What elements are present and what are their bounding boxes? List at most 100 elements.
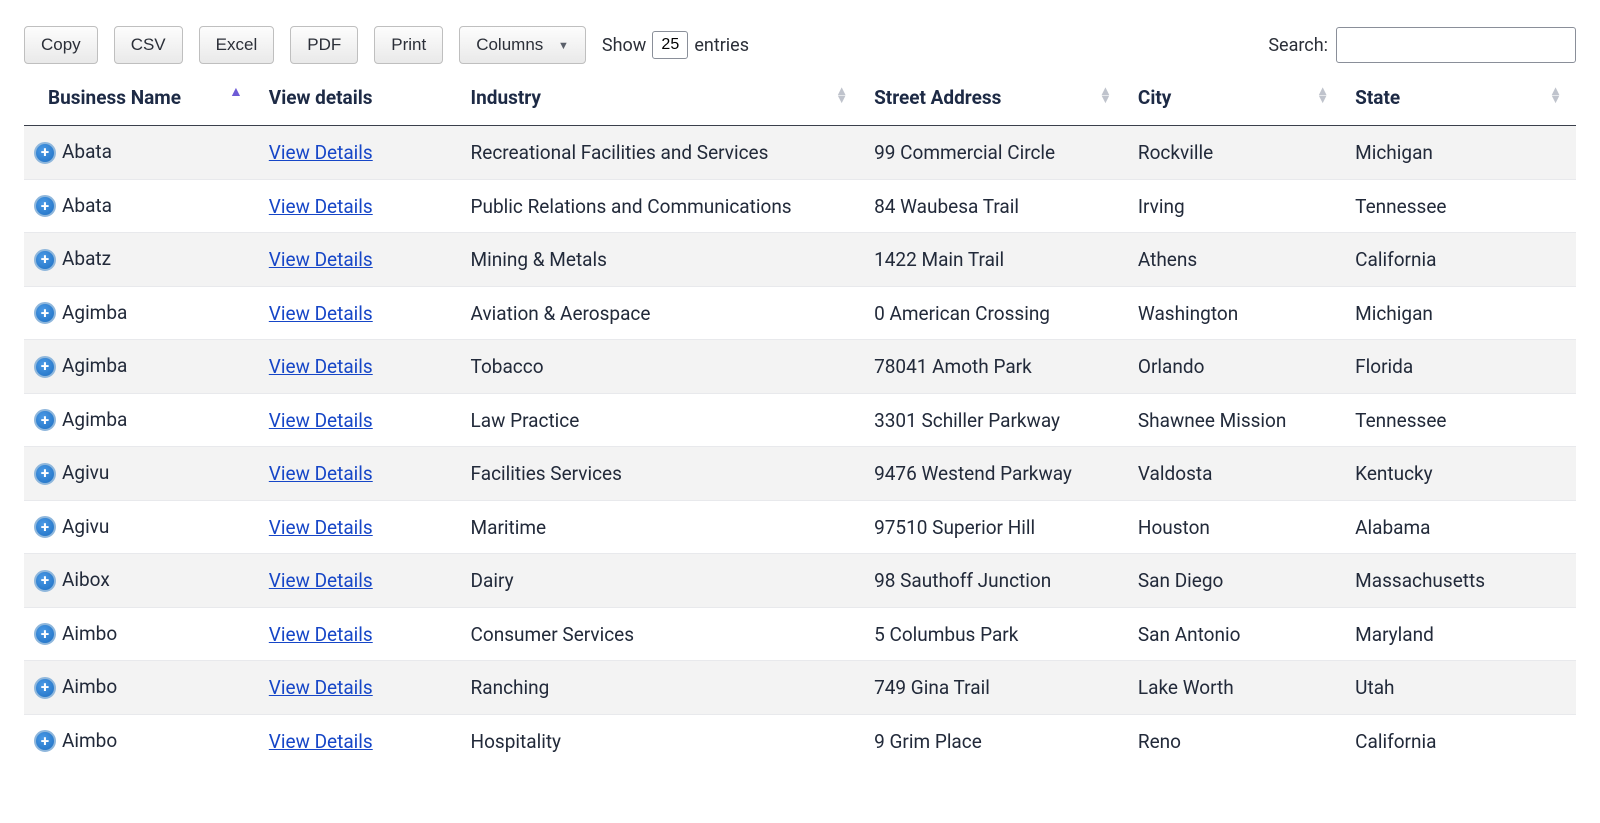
columns-button-label: Columns [476,35,543,54]
col-business-name[interactable]: Business Name ▲ [24,76,257,126]
business-name-text: Aibox [62,568,110,591]
expand-row-icon[interactable]: + [34,570,56,592]
street-address-cell: 0 American Crossing [862,286,1126,340]
state-cell: Tennessee [1343,393,1576,447]
table-row: +AgivuView DetailsFacilities Services947… [24,447,1576,501]
csv-button[interactable]: CSV [114,26,183,64]
street-address-cell: 5 Columbus Park [862,607,1126,661]
business-name-cell: + Abata [24,126,257,180]
view-details-cell: View Details [257,233,459,287]
city-cell: Rockville [1126,126,1343,180]
business-name-cell: +Agimba [24,393,257,447]
view-details-link[interactable]: View Details [269,355,373,378]
business-name-text: Aimbo [62,729,117,752]
print-button[interactable]: Print [374,26,443,64]
city-cell: Lake Worth [1126,661,1343,715]
expand-row-icon[interactable]: + [34,730,56,752]
search-input[interactable] [1336,27,1576,63]
business-name-cell: + Agivu [24,500,257,554]
col-view-details: View details [257,76,459,126]
expand-row-icon[interactable]: + [34,195,56,217]
entries-control: Show entries [602,31,749,59]
state-cell: California [1343,233,1576,287]
street-address-cell: 9 Grim Place [862,714,1126,767]
state-cell: California [1343,714,1576,767]
business-name-text: Aimbo [62,622,117,645]
view-details-link[interactable]: View Details [269,302,373,325]
view-details-link[interactable]: View Details [269,569,373,592]
expand-row-icon[interactable]: + [34,356,56,378]
business-name-text: Agimba [62,354,127,377]
copy-button[interactable]: Copy [24,26,98,64]
view-details-link[interactable]: View Details [269,462,373,485]
state-cell: Michigan [1343,286,1576,340]
expand-row-icon[interactable]: + [34,142,56,164]
view-details-link[interactable]: View Details [269,248,373,271]
expand-row-icon[interactable]: + [34,463,56,485]
col-state[interactable]: State ▲▼ [1343,76,1576,126]
data-table: Business Name ▲ View details Industry ▲▼… [24,76,1576,767]
city-cell: Shawnee Mission [1126,393,1343,447]
view-details-link[interactable]: View Details [269,409,373,432]
expand-row-icon[interactable]: + [34,623,56,645]
view-details-link[interactable]: View Details [269,623,373,646]
search-block: Search: [1268,27,1576,63]
sort-icon: ▲▼ [1549,88,1562,104]
street-address-cell: 9476 Westend Parkway [862,447,1126,501]
columns-button[interactable]: Columns ▼ [459,26,586,64]
view-details-link[interactable]: View Details [269,730,373,753]
view-details-cell: View Details [257,500,459,554]
business-name-text: Agivu [62,515,109,538]
expand-row-icon[interactable]: + [34,516,56,538]
view-details-cell: View Details [257,554,459,608]
industry-cell: Recreational Facilities and Services [459,126,863,180]
view-details-cell: View Details [257,393,459,447]
street-address-cell: 78041 Amoth Park [862,340,1126,394]
entries-input[interactable] [652,31,688,59]
business-name-text: Abata [62,140,112,163]
city-cell: Reno [1126,714,1343,767]
street-address-cell: 84 Waubesa Trail [862,179,1126,233]
sort-icon: ▲▼ [1316,88,1329,104]
industry-cell: Mining & Metals [459,233,863,287]
col-state-label: State [1355,86,1400,109]
view-details-cell: View Details [257,179,459,233]
table-row: + Aimbo View Details Consumer Services5 Col… [24,607,1576,661]
view-details-cell: View Details [257,126,459,180]
business-name-cell: + Aibox [24,554,257,608]
city-cell: Irving [1126,179,1343,233]
col-industry-label: Industry [471,86,541,109]
excel-button[interactable]: Excel [199,26,275,64]
street-address-cell: 1422 Main Trail [862,233,1126,287]
expand-row-icon[interactable]: + [34,249,56,271]
col-city[interactable]: City ▲▼ [1126,76,1343,126]
col-street-address[interactable]: Street Address ▲▼ [862,76,1126,126]
view-details-link[interactable]: View Details [269,141,373,164]
business-name-text: Agimba [62,301,127,324]
industry-cell: Facilities Services [459,447,863,501]
expand-row-icon[interactable]: + [34,302,56,324]
industry-cell: Hospitality [459,714,863,767]
city-cell: San Antonio [1126,607,1343,661]
table-row: + Aimbo View Details Hospitality9 Grim Plac… [24,714,1576,767]
industry-cell: Maritime [459,500,863,554]
business-name-cell: + Agimba [24,340,257,394]
table-row: +AbataView DetailsPublic Relations and C… [24,179,1576,233]
view-details-link[interactable]: View Details [269,516,373,539]
chevron-down-icon: ▼ [558,40,569,53]
col-city-label: City [1138,86,1171,109]
col-street-address-label: Street Address [874,86,1001,109]
industry-cell: Consumer Services [459,607,863,661]
view-details-link[interactable]: View Details [269,676,373,699]
street-address-cell: 99 Commercial Circle [862,126,1126,180]
expand-row-icon[interactable]: + [34,677,56,699]
street-address-cell: 749 Gina Trail [862,661,1126,715]
view-details-link[interactable]: View Details [269,195,373,218]
state-cell: Michigan [1343,126,1576,180]
expand-row-icon[interactable]: + [34,409,56,431]
street-address-cell: 97510 Superior Hill [862,500,1126,554]
street-address-cell: 98 Sauthoff Junction [862,554,1126,608]
pdf-button[interactable]: PDF [290,26,358,64]
view-details-cell: View Details [257,340,459,394]
col-industry[interactable]: Industry ▲▼ [459,76,863,126]
